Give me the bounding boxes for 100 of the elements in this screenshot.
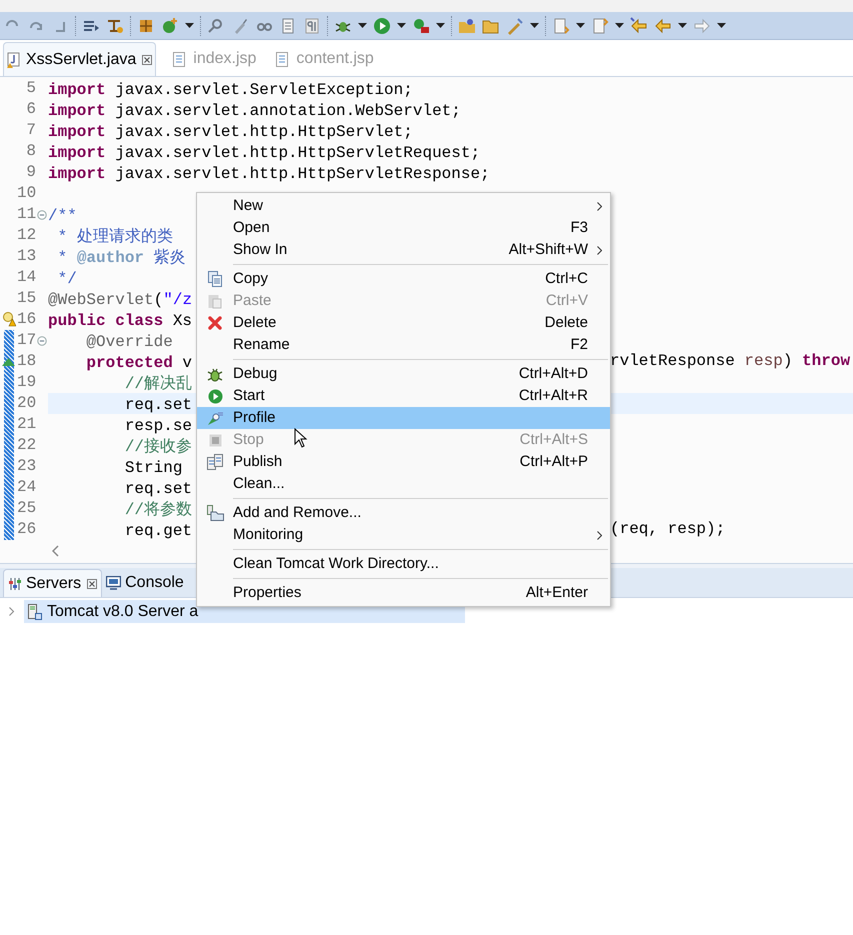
line-number: 25 (17, 498, 36, 519)
menu-item[interactable]: Open F3 (197, 217, 610, 239)
editor-tab[interactable]: XssServlet.java (3, 42, 156, 76)
fold-icon[interactable] (37, 210, 47, 220)
server-folder-icon (206, 505, 224, 521)
line-number: 19 (17, 372, 36, 393)
dropdown-caret-icon[interactable] (397, 23, 406, 28)
code-line: import javax.servlet.annotation.WebServlet; (48, 102, 461, 120)
code-line: //将参数 (124, 501, 192, 519)
line-number: 6 (25, 99, 36, 120)
code-line: * @author 紫炎 (56, 249, 186, 267)
line-number: 23 (17, 456, 36, 477)
dropdown-caret-icon[interactable] (358, 23, 367, 28)
code-line: @Override (85, 333, 173, 351)
fold-icon[interactable] (37, 336, 47, 346)
panel-tab[interactable]: Console (102, 569, 188, 597)
delete-icon (208, 316, 222, 330)
last-edit-icon[interactable] (630, 16, 648, 34)
code-line: resp.se (124, 417, 192, 435)
annotation-up-icon[interactable] (591, 16, 609, 34)
servers-icon (8, 576, 22, 590)
file-icon (173, 52, 186, 66)
code-line: //接收参 (124, 438, 192, 456)
code-line: import javax.servlet.http.HttpServletResponse; (48, 165, 490, 183)
dropdown-caret-icon[interactable] (436, 23, 445, 28)
run-tool-icon[interactable] (412, 16, 430, 34)
menu-item[interactable]: Publish Ctrl+Alt+P (197, 451, 610, 473)
code-line: */ (56, 270, 77, 288)
line-number: 26 (17, 519, 36, 540)
panel-tab[interactable]: Servers (3, 569, 102, 597)
code-line: String (124, 459, 182, 477)
line-number: 10 (17, 183, 36, 204)
menu-item[interactable]: Add and Remove... (197, 502, 610, 524)
menu-item[interactable]: Delete Delete (197, 312, 610, 334)
dropdown-caret-icon[interactable] (576, 23, 585, 28)
code-line: public class Xs (48, 312, 192, 330)
line-number: 16 (17, 309, 36, 330)
bug-icon (207, 366, 223, 382)
line-number: 18 (17, 351, 36, 372)
file-icon (276, 52, 288, 66)
code-line: //解决乱 (124, 375, 192, 393)
wand-icon[interactable] (506, 16, 524, 34)
dropdown-caret-icon[interactable] (185, 23, 194, 28)
publish-icon (207, 454, 223, 470)
search-icon[interactable] (207, 16, 225, 34)
folder-icon[interactable] (458, 16, 476, 34)
code-line: @WebServlet("/z (48, 291, 192, 309)
menu-item[interactable]: Show In Alt+Shift+W (197, 239, 610, 261)
code-line: (req, resp); (610, 519, 726, 540)
line-number: 9 (25, 162, 36, 183)
mouse-cursor-icon (294, 428, 308, 448)
override-triangle-icon[interactable] (2, 358, 15, 366)
line-number: 7 (25, 120, 36, 141)
line-number: 20 (17, 393, 36, 414)
menu-item[interactable]: Start Ctrl+Alt+R (197, 385, 610, 407)
line-number: 5 (25, 78, 36, 99)
line-number: 13 (17, 246, 36, 267)
copy-icon (208, 271, 222, 287)
code-line: rvletResponse resp) throw (610, 351, 850, 372)
code-line: import javax.servlet.http.HttpServletRequest; (48, 144, 480, 162)
back-icon[interactable] (654, 16, 672, 34)
profile-icon (206, 410, 224, 426)
java-file-icon (7, 52, 21, 68)
menu-item[interactable]: New (197, 195, 610, 217)
dropdown-caret-icon[interactable] (530, 23, 539, 28)
forward-icon[interactable] (693, 16, 711, 34)
menu-item[interactable]: Copy Ctrl+C (197, 268, 610, 290)
menu-item[interactable]: Clean Tomcat Work Directory... (197, 553, 610, 575)
menu-item[interactable]: Debug Ctrl+Alt+D (197, 363, 610, 385)
line-number: 11 (17, 204, 36, 225)
play-icon (208, 388, 222, 404)
line-number: 17 (17, 330, 36, 351)
menu-item[interactable]: Clean... (197, 473, 610, 495)
code-line: /** (48, 207, 77, 225)
warning-icon[interactable] (2, 312, 16, 327)
console-icon (106, 576, 122, 590)
run-icon[interactable] (373, 16, 391, 34)
menu-item[interactable]: Rename F2 (197, 334, 610, 356)
line-number: 22 (17, 435, 36, 456)
paragraph-icon[interactable] (303, 16, 321, 34)
line-number: 24 (17, 477, 36, 498)
dropdown-caret-icon[interactable] (717, 23, 726, 28)
dropdown-caret-icon[interactable] (678, 23, 687, 28)
annotation-down-icon[interactable] (552, 16, 570, 34)
line-number: 21 (17, 414, 36, 435)
close-icon[interactable] (142, 54, 152, 64)
code-line: protected v (85, 354, 192, 372)
menu-item[interactable]: Profile (197, 407, 610, 429)
scroll-left-icon[interactable] (52, 545, 60, 557)
line-number: 12 (17, 225, 36, 246)
close-icon[interactable] (87, 578, 98, 588)
code-line: import javax.servlet.ServletException; (48, 81, 413, 99)
code-line: req.set (124, 480, 192, 498)
server-icon (28, 604, 42, 620)
code-line: req.get (124, 522, 192, 540)
menu-item[interactable]: Monitoring (197, 524, 610, 546)
stop-icon (208, 434, 222, 446)
code-line: * 处理请求的类 (56, 228, 173, 246)
dropdown-caret-icon[interactable] (615, 23, 624, 28)
new-class-icon[interactable] (161, 16, 179, 34)
